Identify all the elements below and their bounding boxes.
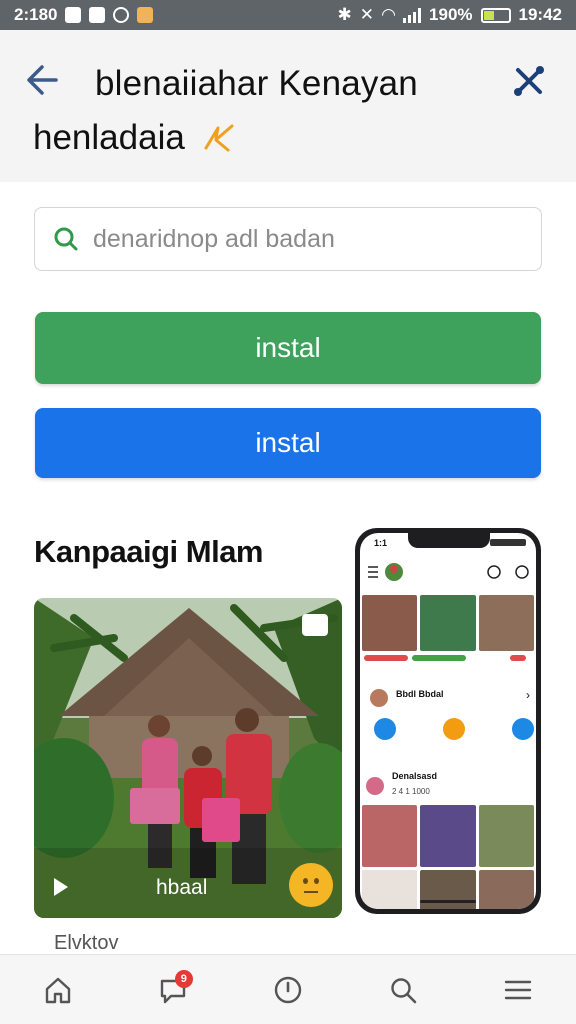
install-button-green[interactable]: instal <box>35 312 541 384</box>
notification-icon <box>65 7 82 23</box>
phone-notch <box>408 533 490 548</box>
tools-icon[interactable] <box>510 62 548 100</box>
status-clock: 19:42 <box>518 5 562 24</box>
phone-home-indicator <box>420 900 476 903</box>
menu-icon <box>505 980 532 999</box>
phone-photo-grid-2 <box>362 805 534 909</box>
section-title: Kanpaaigi Mlam <box>34 534 264 569</box>
search-field[interactable] <box>34 207 542 271</box>
photo-caption: hbaal <box>156 876 208 899</box>
phone-tags <box>364 655 532 665</box>
photo-card[interactable]: hbaal <box>34 598 342 918</box>
phone-post-title: Denalsasd <box>392 771 438 781</box>
avatar <box>366 777 384 795</box>
nav-search[interactable] <box>373 960 433 1020</box>
photo-footer-text: Elvktov <box>54 932 119 954</box>
nav-home[interactable] <box>28 960 88 1020</box>
search-input[interactable] <box>93 224 513 254</box>
location-icon <box>137 7 154 23</box>
search-icon <box>54 227 78 251</box>
notification-badge: 9 <box>174 969 193 988</box>
phone-tile <box>420 870 476 909</box>
avatar <box>370 689 388 707</box>
phone-status-icons <box>490 539 526 546</box>
phone-tile <box>478 805 534 867</box>
search-icon <box>391 977 417 1003</box>
phone-action-icons <box>374 718 534 740</box>
nav-menu[interactable] <box>488 960 548 1020</box>
phone-tile <box>362 595 418 651</box>
phone-header <box>368 563 529 581</box>
install-button-blue[interactable]: instal <box>35 408 541 478</box>
emoji-reaction-icon[interactable] <box>289 863 333 907</box>
phone-profile-row: Bbdl Bbdal › <box>370 685 530 711</box>
action-icon <box>443 718 465 740</box>
page-subtitle: henladaia <box>33 118 185 157</box>
phone-row-text: Bbdl Bbdal <box>396 689 444 699</box>
app-icon <box>89 7 106 23</box>
phone-tile <box>478 595 534 651</box>
phone-screen: 1:1 Bbdl Bbdal › Denalsasd 2 4 1 1000 <box>360 533 536 909</box>
bluetooth-icon: ✱ <box>337 5 352 24</box>
expand-icon[interactable] <box>302 614 328 636</box>
phone-mockup: 1:1 Bbdl Bbdal › Denalsasd 2 4 1 1000 <box>355 528 541 914</box>
nav-messages[interactable]: 9 <box>143 960 203 1020</box>
phone-tile <box>362 870 418 909</box>
status-time: 2:180 <box>14 5 58 24</box>
back-arrow-icon[interactable] <box>22 60 62 100</box>
signal-icon <box>403 7 422 23</box>
sparkle-icon <box>204 124 234 152</box>
phone-tile <box>478 870 534 909</box>
nav-timer[interactable] <box>258 960 318 1020</box>
phone-tile <box>420 595 476 651</box>
status-bar: 2:180 ✱ ✕ ◠ 190% 19:42 <box>0 0 576 30</box>
home-icon <box>45 977 70 1003</box>
battery-percent: 190% <box>429 5 473 24</box>
sync-icon <box>113 7 130 23</box>
phone-tile <box>362 805 418 867</box>
wifi-icon: ◠ <box>381 5 396 24</box>
phone-post-row: Denalsasd 2 4 1 1000 <box>366 769 532 799</box>
bottom-navigation: 9 <box>0 954 576 1024</box>
action-icon <box>512 718 534 740</box>
page-title: blenaiiahar Kenayan <box>95 64 418 103</box>
mute-icon: ✕ <box>359 5 374 24</box>
clock-icon <box>274 976 302 1003</box>
app-header: blenaiiahar Kenayan henladaia <box>0 30 576 182</box>
action-icon <box>374 718 396 740</box>
phone-tile <box>420 805 476 867</box>
play-icon[interactable] <box>52 876 70 898</box>
phone-photo-grid <box>362 595 534 651</box>
phone-post-sub: 2 4 1 1000 <box>392 787 430 796</box>
chevron-right-icon: › <box>526 688 530 702</box>
battery-icon <box>480 7 511 23</box>
phone-status-time: 1:1 <box>374 538 388 548</box>
